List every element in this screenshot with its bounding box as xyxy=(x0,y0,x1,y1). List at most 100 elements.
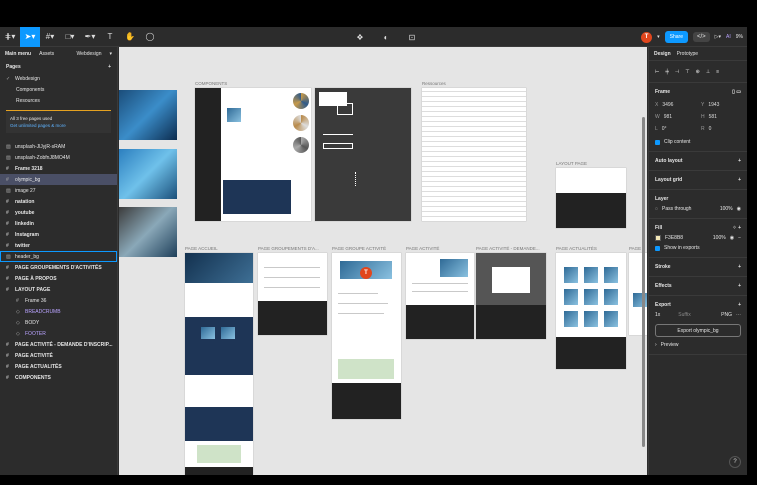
export-suffix[interactable]: Suffix xyxy=(678,312,690,318)
swimmer-photo-3[interactable] xyxy=(119,207,177,257)
ai-button[interactable]: AI xyxy=(726,34,731,40)
fill-hex[interactable]: F3E8B8 xyxy=(665,235,683,241)
layer-item[interactable]: # Frame 3218 xyxy=(0,163,117,174)
page-actualites-frame[interactable] xyxy=(556,253,626,369)
text-tool-icon[interactable]: T xyxy=(100,27,120,47)
frame-label-actualites[interactable]: PAGE ACTUALITÉS xyxy=(556,246,597,251)
rotation-field[interactable]: L 0° xyxy=(655,124,695,133)
components-frame[interactable] xyxy=(195,88,311,221)
chevron-right-icon[interactable]: › xyxy=(655,342,657,348)
layout-page-frame[interactable] xyxy=(556,168,626,228)
page-accueil-frame[interactable] xyxy=(185,253,253,475)
frame-title[interactable]: Frame xyxy=(655,89,670,95)
layer-item[interactable]: ▨ image 27 xyxy=(0,185,117,196)
tab-main-menu[interactable]: Main menu xyxy=(5,51,31,57)
frame-label-accueil[interactable]: PAGE ACCUEIL xyxy=(185,246,218,251)
layer-item[interactable]: # Frame 36 xyxy=(0,295,117,306)
layer-item[interactable]: # Instagram xyxy=(0,229,117,240)
comment-tool-icon[interactable]: ◯ xyxy=(140,27,160,47)
effects-title[interactable]: Effects xyxy=(655,283,672,289)
blend-row[interactable]: ◌ Pass through 100% ◉ xyxy=(655,204,741,214)
swimmer-photo-1[interactable] xyxy=(119,90,177,140)
contrast-icon[interactable]: ◐ xyxy=(376,27,396,47)
add-icon[interactable]: + xyxy=(738,158,741,164)
add-page-icon[interactable]: + xyxy=(108,64,111,70)
stroke-title[interactable]: Stroke xyxy=(655,264,671,270)
show-exports-row[interactable]: Show in exports xyxy=(655,243,741,253)
distribute-icon[interactable]: ≡ xyxy=(716,69,719,75)
page-item-webdesign[interactable]: ✓ Webdesign xyxy=(0,73,117,84)
avatar[interactable]: T xyxy=(641,31,653,43)
align-center-icon[interactable]: ╪ xyxy=(665,69,669,75)
layer-item[interactable]: # olympic_bg xyxy=(0,174,117,185)
checkbox-icon[interactable] xyxy=(655,245,660,251)
layer-item[interactable]: ▨ unsplash-JlJyjR-sRAM xyxy=(0,141,117,152)
layer-item[interactable]: # natation xyxy=(0,196,117,207)
add-icon[interactable]: + xyxy=(738,283,741,289)
checkbox-icon[interactable] xyxy=(655,139,660,145)
layer-opacity[interactable]: 100% xyxy=(720,206,733,212)
chevron-down-icon[interactable]: ▾ xyxy=(109,51,112,57)
layer-item[interactable]: ▨ unsplash-ZobfnJ8MO4M xyxy=(0,152,117,163)
component-icon[interactable]: ❖ xyxy=(350,27,370,47)
export-scale[interactable]: 1x xyxy=(655,312,660,318)
pen-tool-icon[interactable]: ✒▾ xyxy=(80,27,100,47)
layer-item[interactable]: # PAGE À PROPOS xyxy=(0,273,117,284)
page-groupements-frame[interactable] xyxy=(258,253,327,335)
layer-item[interactable]: ◇ BREADCRUMB xyxy=(0,306,117,317)
fill-row[interactable]: F3E8B8 100% ◉ − xyxy=(655,233,741,243)
crop-icon[interactable]: ⊡ xyxy=(402,27,422,47)
page-item-components[interactable]: Components xyxy=(0,84,117,95)
page-activite-frame[interactable] xyxy=(406,253,474,339)
align-right-icon[interactable]: ⊣ xyxy=(675,69,679,75)
canvas-scrollbar[interactable] xyxy=(642,117,645,447)
frame-label-demande[interactable]: PAGE ACTIVITÉ - DEMANDE... xyxy=(476,246,540,251)
components-dark-frame[interactable] xyxy=(315,88,411,221)
preview-row[interactable]: › Preview xyxy=(655,340,741,350)
layer-item[interactable]: # PAGE ACTIVITÉ xyxy=(0,350,117,361)
layer-item[interactable]: # PAGE ACTUALITÉS xyxy=(0,361,117,372)
layer-item[interactable]: # youtube xyxy=(0,207,117,218)
more-icon[interactable]: ⋯ xyxy=(736,312,741,318)
add-icon[interactable]: + xyxy=(738,264,741,270)
share-button[interactable]: Share xyxy=(664,31,688,43)
fill-swatch[interactable] xyxy=(655,235,661,241)
page-demande-frame[interactable] xyxy=(476,253,546,339)
tab-assets[interactable]: Assets xyxy=(39,51,54,57)
fill-style-icon[interactable]: ⁘ + xyxy=(733,225,742,231)
add-icon[interactable]: + xyxy=(738,302,741,308)
add-icon[interactable]: + xyxy=(738,177,741,183)
file-name[interactable]: Webdesign xyxy=(77,51,102,57)
frame-label-components[interactable]: COMPONENTS xyxy=(195,81,227,86)
align-middle-icon[interactable]: ⊕ xyxy=(696,69,700,75)
tab-prototype[interactable]: Prototype xyxy=(677,51,698,57)
height-field[interactable]: H 581 xyxy=(701,112,741,121)
layer-item[interactable]: # twitter xyxy=(0,240,117,251)
page-item-resources[interactable]: Resources xyxy=(0,95,117,106)
frame-label-groupements[interactable]: PAGE GROUPEMENTS D'A... xyxy=(258,246,319,251)
layer-item[interactable]: ◇ FOOTER xyxy=(0,328,117,339)
shape-tool-icon[interactable]: □▾ xyxy=(60,27,80,47)
x-field[interactable]: X 3496 xyxy=(655,100,695,109)
frame-label-resources[interactable]: Ressources xyxy=(422,81,446,86)
resources-frame[interactable] xyxy=(422,88,526,221)
zoom-level[interactable]: 9% xyxy=(736,34,743,40)
frame-label-extra[interactable]: PAGE xyxy=(629,246,641,251)
export-format[interactable]: PNG xyxy=(721,312,732,318)
align-left-icon[interactable]: ⊢ xyxy=(655,69,659,75)
help-button[interactable]: ? xyxy=(729,456,741,468)
eye-icon[interactable]: ◉ xyxy=(737,206,741,212)
frame-tool-icon[interactable]: #▾ xyxy=(40,27,60,47)
width-field[interactable]: W 981 xyxy=(655,112,695,121)
hand-tool-icon[interactable]: ✋ xyxy=(120,27,140,47)
clip-content-row[interactable]: Clip content xyxy=(655,137,741,147)
move-tool-icon[interactable]: ➤▾ xyxy=(20,27,40,47)
layer-item[interactable]: # linkedin xyxy=(0,218,117,229)
figma-menu-icon[interactable]: ⋕▾ xyxy=(0,27,20,47)
present-icon[interactable]: ▷▾ xyxy=(715,34,721,40)
fill-opacity[interactable]: 100% xyxy=(713,235,726,241)
swimmer-photo-2[interactable] xyxy=(119,149,177,199)
align-top-icon[interactable]: ⊤ xyxy=(685,69,689,75)
y-field[interactable]: Y 1943 xyxy=(701,100,741,109)
frame-label-activite[interactable]: PAGE ACTIVITÉ xyxy=(406,246,439,251)
